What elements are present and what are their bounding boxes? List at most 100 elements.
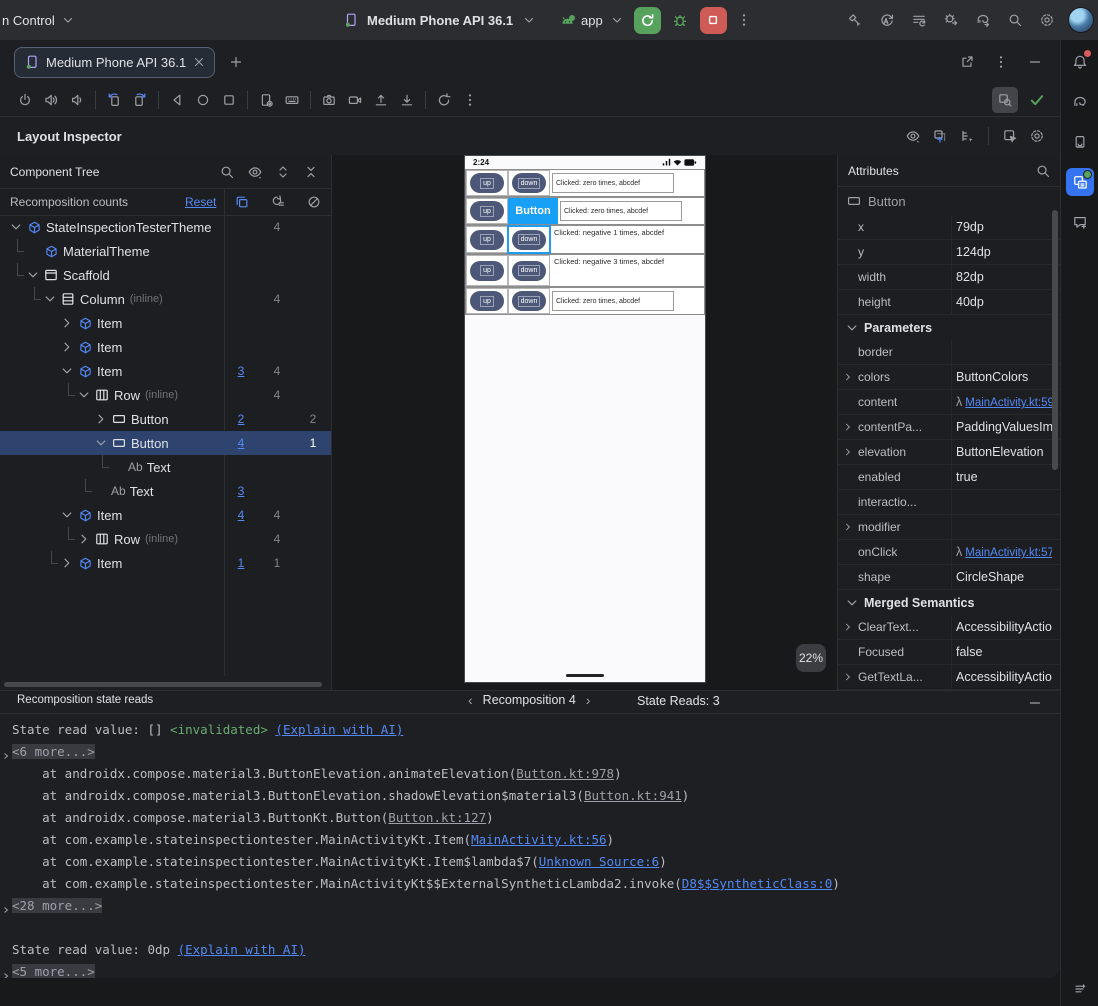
attribute-row-gettextla[interactable]: GetTextLa... AccessibilityAction: [838, 665, 1060, 690]
chevron-down-icon[interactable]: [59, 363, 75, 379]
expander-chevron-icon[interactable]: [2, 745, 12, 767]
attribute-row-interactio[interactable]: interactio...: [838, 490, 1060, 515]
notifications-icon[interactable]: [1066, 48, 1094, 76]
add-device-tab-icon[interactable]: [225, 51, 247, 73]
tab-options-icon[interactable]: [990, 51, 1012, 73]
snapshot-restore-icon[interactable]: [431, 87, 457, 113]
expander-chevron-icon[interactable]: [2, 965, 12, 978]
rerun-button[interactable]: [633, 6, 661, 34]
volume-up-icon[interactable]: [38, 87, 64, 113]
tree-node-button[interactable]: Button 2 2: [0, 407, 331, 431]
home-icon[interactable]: [190, 87, 216, 113]
attribute-row-contentpa[interactable]: contentPa... PaddingValuesImpl: [838, 415, 1060, 440]
tree-node-row[interactable]: Row (inline) 4: [0, 527, 331, 551]
attribute-row-colors[interactable]: colors ButtonColors: [838, 365, 1060, 390]
capture-snapshot-icon[interactable]: [929, 125, 951, 147]
overview-icon[interactable]: [216, 87, 242, 113]
tree-node-item[interactable]: Item 1 1: [0, 551, 331, 575]
export-tree-icon[interactable]: [956, 125, 978, 147]
highlight-recompositions-icon[interactable]: [267, 191, 289, 213]
tree-node-text[interactable]: Ab Text: [0, 455, 331, 479]
chevron-right-icon[interactable]: [59, 339, 75, 355]
apply-check-icon[interactable]: [1024, 87, 1050, 113]
attributes-scrollbar[interactable]: [1052, 210, 1058, 470]
up-button-bounds[interactable]: up: [466, 170, 508, 196]
panel-minimize-icon[interactable]: [1024, 692, 1046, 714]
up-button[interactable]: up: [470, 260, 504, 281]
download-icon[interactable]: [394, 87, 420, 113]
gradle-sync-icon[interactable]: [972, 9, 994, 31]
attribute-row-border[interactable]: border: [838, 340, 1060, 365]
chevron-right-icon[interactable]: [842, 444, 854, 460]
device-screen[interactable]: 2:24 up down Clicked: zero times, abcdef up…: [464, 155, 706, 683]
explain-ai-link[interactable]: MainActivity.kt:56: [471, 832, 606, 847]
show-counts-icon[interactable]: [231, 191, 253, 213]
hardware-input-icon[interactable]: [279, 87, 305, 113]
down-button[interactable]: down: [512, 229, 546, 250]
next-recomposition-icon[interactable]: ›: [586, 693, 591, 707]
chevron-down-icon[interactable]: [25, 267, 41, 283]
tree-node-column[interactable]: Column (inline) 4: [0, 287, 331, 311]
tree-node-row[interactable]: Row (inline) 4: [0, 383, 331, 407]
chevron-down-icon[interactable]: [42, 291, 58, 307]
up-button[interactable]: up: [470, 201, 504, 221]
screenshot-icon[interactable]: [316, 87, 342, 113]
run-configuration-select[interactable]: app: [556, 9, 628, 31]
chevron-right-icon[interactable]: [59, 555, 75, 571]
tree-node-item[interactable]: Item: [0, 311, 331, 335]
source-link[interactable]: Button.kt:978: [516, 766, 614, 781]
select-component-icon[interactable]: [999, 125, 1021, 147]
view-options-icon[interactable]: [902, 125, 924, 147]
up-button[interactable]: up: [470, 229, 504, 250]
down-button[interactable]: down: [512, 260, 546, 281]
device-tab[interactable]: Medium Phone API 36.1: [14, 46, 216, 78]
state-reads-console[interactable]: State read value: [] <invalidated> (Expl…: [0, 713, 1060, 978]
power-icon[interactable]: [12, 87, 38, 113]
tree-node-button[interactable]: Button 4 1: [0, 431, 331, 455]
recomposition-count-link[interactable]: 3: [230, 479, 252, 503]
chevron-right-icon[interactable]: [59, 315, 75, 331]
recomposition-count-link[interactable]: 2: [230, 407, 252, 431]
chevron-right-icon[interactable]: [76, 531, 92, 547]
tree-node-text[interactable]: Ab Text 3: [0, 479, 331, 503]
tree-node-item[interactable]: Item 3 4: [0, 359, 331, 383]
collapse-all-icon[interactable]: [299, 160, 323, 184]
up-button-bounds[interactable]: up: [466, 288, 508, 314]
ai-actions-icon[interactable]: [876, 9, 898, 31]
recomposition-count-link[interactable]: 1: [230, 551, 252, 575]
rotate-right-icon[interactable]: [127, 87, 153, 113]
expand-all-icon[interactable]: [271, 160, 295, 184]
rotate-left-icon[interactable]: [101, 87, 127, 113]
attach-debugger-icon[interactable]: [940, 9, 962, 31]
close-tab-icon[interactable]: [192, 55, 206, 69]
tree-visibility-icon[interactable]: [243, 160, 267, 184]
stop-button[interactable]: [699, 6, 727, 34]
chevron-down-icon[interactable]: [76, 387, 92, 403]
down-button[interactable]: down: [512, 291, 546, 311]
down-button-bounds[interactable]: down: [508, 170, 550, 196]
chevron-down-icon[interactable]: [93, 435, 109, 451]
inspector-settings-icon[interactable]: [1026, 125, 1048, 147]
minimize-icon[interactable]: [1024, 51, 1046, 73]
down-button-bounds[interactable]: down: [508, 255, 550, 286]
attributes-search-icon[interactable]: [1032, 160, 1054, 182]
up-button-bounds[interactable]: up: [466, 226, 508, 253]
source-link[interactable]: Button.kt:941: [584, 788, 682, 803]
emulator-more-icon[interactable]: [457, 87, 483, 113]
up-button[interactable]: up: [470, 173, 504, 193]
explain-ai-link[interactable]: (Explain with AI): [275, 722, 403, 737]
attribute-row-shape[interactable]: shape CircleShape: [838, 565, 1060, 590]
down-button[interactable]: down: [512, 173, 546, 193]
screen-record-icon[interactable]: [342, 87, 368, 113]
attributes-section-merged-semantics[interactable]: Merged Semantics: [838, 590, 1060, 615]
up-button[interactable]: up: [470, 291, 504, 311]
gradle-icon[interactable]: [1066, 88, 1094, 116]
settings-icon[interactable]: [1036, 9, 1058, 31]
tree-horizontal-scrollbar[interactable]: [4, 682, 322, 687]
chevron-down-icon[interactable]: [59, 507, 75, 523]
running-devices-icon[interactable]: [1066, 128, 1094, 156]
chevron-down-icon[interactable]: [8, 219, 24, 235]
volume-down-icon[interactable]: [64, 87, 90, 113]
chevron-right-icon[interactable]: [842, 619, 854, 635]
expander-chevron-icon[interactable]: [2, 899, 12, 921]
